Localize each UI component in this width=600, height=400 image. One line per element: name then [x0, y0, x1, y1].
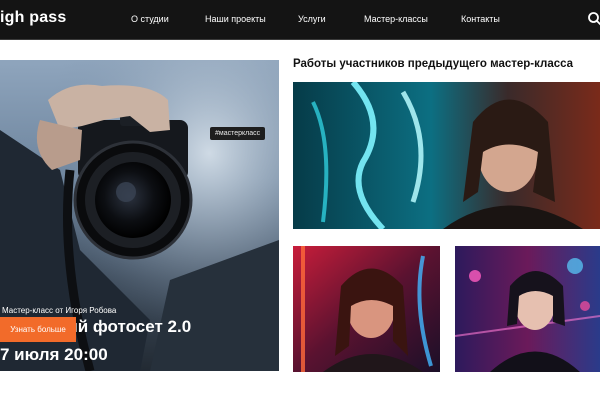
nav-link-projects[interactable]: Наши проекты: [205, 14, 266, 24]
hero-date: 7 июля 20:00: [0, 345, 108, 364]
nav-link-masterclasses[interactable]: Мастер-классы: [364, 14, 428, 24]
nav-link-services[interactable]: Услуги: [298, 14, 326, 24]
gallery-photo-2[interactable]: [293, 246, 440, 372]
hero-subtitle: Мастер-класс от Игоря Робова: [2, 306, 117, 315]
search-icon[interactable]: [587, 11, 600, 27]
learn-more-button[interactable]: Узнать больше: [0, 317, 76, 342]
hero-tag[interactable]: #мастеркласс: [210, 127, 266, 140]
nav-link-contacts[interactable]: Контакты: [461, 14, 500, 24]
page: igh pass О студии Наши проекты Услуги Ма…: [0, 0, 600, 400]
gallery-photo-1[interactable]: [293, 82, 600, 229]
gallery-title: Работы участников предыдущего мастер-кла…: [293, 58, 574, 70]
site-header: igh pass О студии Наши проекты Услуги Ма…: [0, 0, 600, 40]
nav-link-about[interactable]: О студии: [131, 14, 169, 24]
logo[interactable]: igh pass: [0, 9, 67, 27]
gallery-photo-3[interactable]: [455, 246, 600, 372]
